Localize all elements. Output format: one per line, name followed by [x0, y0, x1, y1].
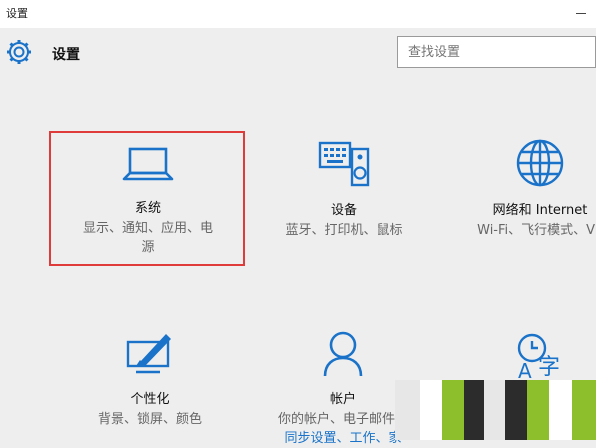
gear-icon	[7, 40, 31, 64]
globe-icon	[516, 139, 564, 187]
window-title-bar: 设置	[0, 0, 596, 28]
tile-label: 个性化	[130, 392, 170, 407]
time-language-icon: A 字	[517, 333, 560, 382]
svg-text:A: A	[518, 359, 532, 382]
tile-personalization[interactable]: 个性化 背景、锁屏、颜色	[62, 330, 238, 429]
watermark-overlay	[395, 380, 596, 440]
tile-network[interactable]: 网络和 Internet Wi-Fi、飞行模式、VP	[452, 137, 596, 240]
search-input[interactable]	[397, 36, 596, 68]
tile-label: 网络和 Internet	[492, 203, 588, 218]
keyboard-speaker-icon	[318, 141, 370, 187]
person-icon	[323, 331, 363, 376]
svg-text:字: 字	[538, 355, 560, 380]
paint-brush-icon	[126, 334, 171, 374]
tile-label: 设备	[330, 203, 357, 218]
window-title: 设置	[6, 7, 28, 20]
tile-desc-line: 背景、锁屏、颜色	[97, 412, 202, 427]
tile-devices[interactable]: 设备 蓝牙、打印机、鼠标	[256, 137, 432, 240]
tile-desc-line: Wi-Fi、飞行模式、VP	[477, 223, 596, 238]
tile-time-language[interactable]: A 字	[500, 332, 580, 382]
selection-highlight	[49, 131, 245, 266]
tile-desc-line: 蓝牙、打印机、鼠标	[285, 223, 403, 238]
page-title: 设置	[52, 47, 80, 63]
minimize-button[interactable]	[576, 13, 586, 14]
